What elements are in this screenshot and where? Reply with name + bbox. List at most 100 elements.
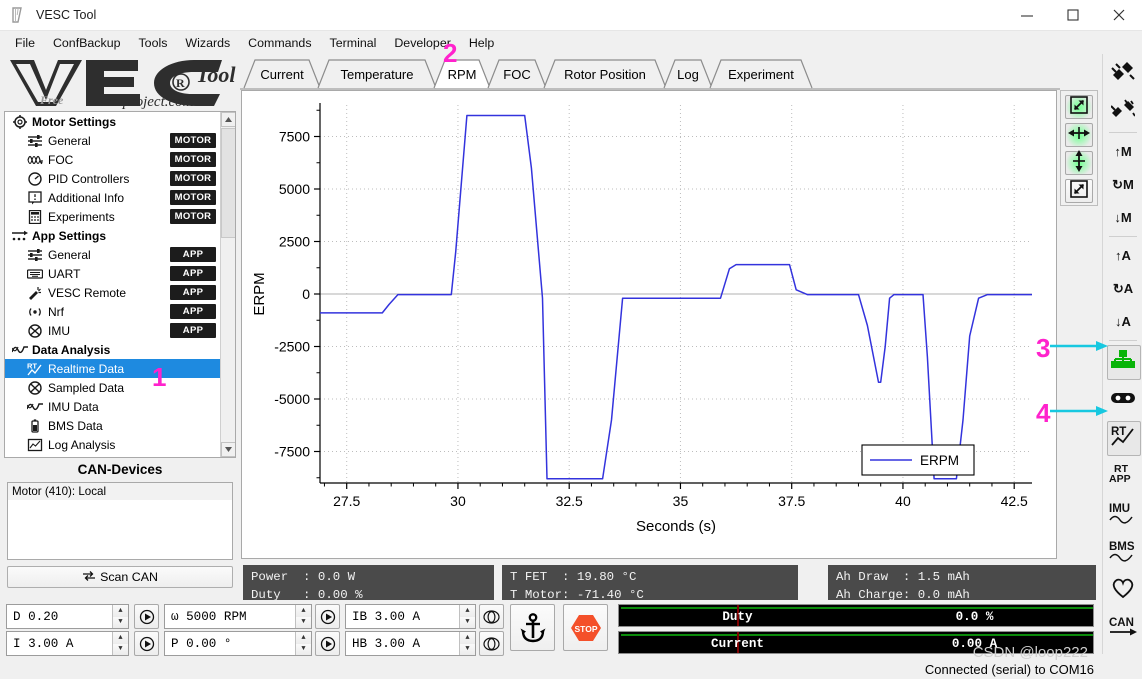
sidebar-badge: APP (170, 266, 216, 281)
sidebar-badge: APP (170, 285, 216, 300)
tree-scrollbar[interactable] (220, 112, 235, 457)
tree-group-app-settings[interactable]: App Settings (5, 226, 220, 245)
rpm-plot[interactable]: 7500 5000 2500 0 -2500 -5000 -7500 27.5 30 32.5 35… (241, 90, 1057, 559)
scan-can-button[interactable]: Scan CAN (7, 566, 233, 588)
sidebar-item-foc[interactable]: FOC MOTOR (5, 150, 220, 169)
hb-input[interactable]: HB 3.00 A ▲ ▼ (345, 631, 476, 656)
connect-button[interactable] (1103, 54, 1142, 92)
sidebar-item-imu[interactable]: IMU APP (5, 321, 220, 340)
app-refresh-button[interactable]: ↻A (1103, 272, 1142, 305)
minimize-button[interactable] (1004, 0, 1050, 31)
realtime-data-button[interactable]: RT (1103, 419, 1142, 457)
sidebar-item-vesc-remote[interactable]: VESC Remote APP (5, 283, 220, 302)
maximize-button[interactable] (1050, 0, 1096, 31)
keyboard-icon (25, 266, 44, 282)
rpm-stepper[interactable]: ▲ ▼ (295, 605, 311, 628)
menu-item-commands[interactable]: Commands (239, 34, 320, 52)
sidebar-item-log-analysis[interactable]: Log Analysis (5, 435, 220, 454)
rpm-input[interactable]: ω 5000 RPM ▲ ▼ (164, 604, 312, 629)
hb-stepper[interactable]: ▲ ▼ (459, 632, 475, 655)
zoom-both-button[interactable] (1065, 95, 1093, 119)
sidebar-item-label: IMU Data (48, 399, 99, 414)
pos-play-button[interactable] (315, 631, 340, 656)
close-button[interactable] (1096, 0, 1142, 31)
watermark: CSDN @loop222 (972, 644, 1088, 661)
sidebar-item-realtime-data[interactable]: RT Realtime Data (5, 359, 220, 378)
current-input[interactable]: I 3.00 A ▲ ▼ (6, 631, 129, 656)
tree-group-motor-settings[interactable]: Motor Settings (5, 112, 220, 131)
menu-item-wizards[interactable]: Wizards (176, 34, 239, 52)
tab-log[interactable]: Log (674, 58, 702, 90)
can-device-item[interactable]: Motor (410): Local (8, 483, 232, 500)
rpm-play-button[interactable] (315, 604, 340, 629)
duty-input[interactable]: D 0.20 ▲ ▼ (6, 604, 129, 629)
svg-text:Tool: Tool (196, 62, 236, 87)
current-play-button[interactable] (134, 631, 159, 656)
motor-upload-button[interactable]: ↑M (1103, 135, 1142, 168)
x-tick-label: 27.5 (333, 493, 360, 509)
sidebar-badge: MOTOR (170, 209, 216, 224)
app-download-button[interactable]: ↓A (1103, 305, 1142, 338)
current-stepper[interactable]: ▲ ▼ (112, 632, 128, 655)
ib-stepper[interactable]: ▲ ▼ (459, 605, 475, 628)
svg-text:CAN: CAN (1109, 617, 1134, 629)
duty-play-button[interactable] (134, 604, 159, 629)
hb-brake-button[interactable] (479, 631, 504, 656)
waveform-icon (10, 342, 29, 358)
menu-item-tools[interactable]: Tools (129, 34, 176, 52)
sidebar-item-general[interactable]: General MOTOR (5, 131, 220, 150)
sidebar-item-general[interactable]: General APP (5, 245, 220, 264)
scroll-thumb[interactable] (221, 128, 235, 238)
zoom-vertical-button[interactable] (1065, 149, 1093, 175)
menu-item-confbackup[interactable]: ConfBackup (44, 34, 130, 52)
tab-temperature[interactable]: Temperature (328, 58, 426, 90)
sidebar-item-nrf[interactable]: Nrf APP (5, 302, 220, 321)
pos-stepper[interactable]: ▲ ▼ (295, 632, 311, 655)
can-devices-list[interactable]: Motor (410): Local (7, 482, 233, 560)
sidebar-item-additional-info[interactable]: Additional Info MOTOR (5, 188, 220, 207)
sidebar-item-bms-data[interactable]: BMS Data (5, 416, 220, 435)
tab-current[interactable]: Current (254, 58, 310, 90)
anchor-button[interactable] (510, 604, 555, 651)
ib-brake-button[interactable] (479, 604, 504, 629)
pos-input[interactable]: P 0.00 ° ▲ ▼ (164, 631, 312, 656)
tab-rotor-position[interactable]: Rotor Position (554, 58, 656, 90)
sidebar-item-imu-data[interactable]: IMU Data (5, 397, 220, 416)
imu-button[interactable]: IMU (1103, 495, 1142, 533)
wireless-icon (25, 304, 44, 320)
menu-item-help[interactable]: Help (460, 34, 503, 52)
scroll-up-arrow[interactable] (221, 112, 235, 127)
duty-stepper[interactable]: ▲ ▼ (112, 605, 128, 628)
disconnect-button[interactable] (1103, 92, 1142, 130)
stop-button[interactable]: STOP (563, 604, 608, 651)
annotation-4: 4 (1036, 398, 1051, 428)
motor-settings-icon (1111, 349, 1135, 376)
annotation-3: 3 (1036, 333, 1051, 363)
motor-download-button[interactable]: ↓M (1103, 201, 1142, 234)
right-toolbar[interactable]: ↑M ↻M ↓M ↑A ↻A ↓A RT RT APP IMU BMS CAN (1102, 54, 1142, 654)
menu-item-file[interactable]: File (6, 34, 44, 52)
chart-tab-bar[interactable]: Current Temperature RPM FOC Rotor Position Lo… (240, 54, 1102, 90)
ib-input[interactable]: IB 3.00 A ▲ ▼ (345, 604, 476, 629)
motor-refresh-button[interactable]: ↻M (1103, 168, 1142, 201)
menu-item-terminal[interactable]: Terminal (321, 34, 386, 52)
zoom-horizontal-button[interactable] (1065, 123, 1093, 147)
scroll-down-arrow[interactable] (221, 442, 235, 457)
sidebar-item-sampled-data[interactable]: Sampled Data (5, 378, 220, 397)
legend-entry: ERPM (920, 453, 959, 468)
tab-foc[interactable]: FOC (498, 58, 536, 90)
x-axis-label: Seconds (s) (636, 518, 716, 535)
toolbar-separator (1108, 236, 1137, 237)
sidebar-item-uart[interactable]: UART APP (5, 264, 220, 283)
heart-button[interactable] (1103, 571, 1142, 609)
sidebar-item-experiments[interactable]: Experiments MOTOR (5, 207, 220, 226)
can-button[interactable]: CAN (1103, 609, 1142, 647)
rt-app-button[interactable]: RT APP (1103, 457, 1142, 495)
sidebar-item-pid-controllers[interactable]: PID Controllers MOTOR (5, 169, 220, 188)
settings-tree[interactable]: Motor Settings General MOTOR FOC MOTOR PID Co… (4, 111, 236, 458)
tab-experiment[interactable]: Experiment (720, 58, 802, 90)
app-upload-button[interactable]: ↑A (1103, 239, 1142, 272)
bms-button[interactable]: BMS (1103, 533, 1142, 571)
tree-group-data-analysis[interactable]: Data Analysis (5, 340, 220, 359)
zoom-reset-button[interactable] (1065, 179, 1093, 203)
